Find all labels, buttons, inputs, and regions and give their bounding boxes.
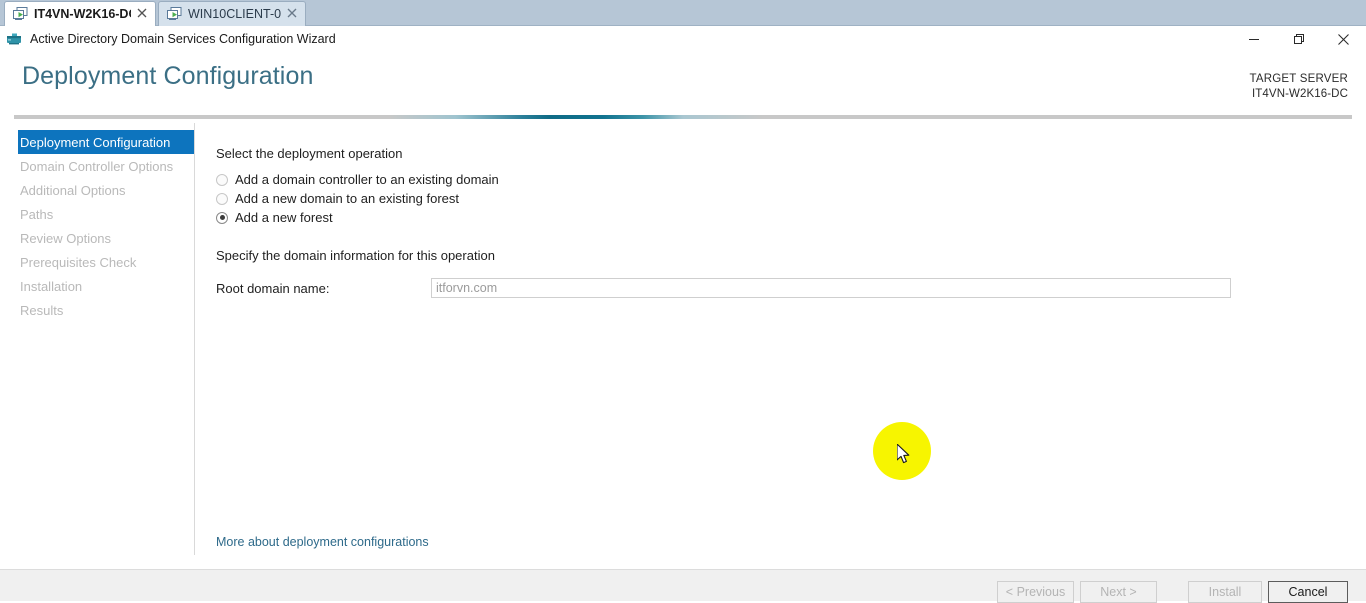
root-domain-name-input[interactable]: [431, 278, 1231, 298]
sidebar-item-review-options[interactable]: Review Options: [0, 226, 194, 250]
vm-connection-icon: [13, 6, 29, 22]
sidebar-item-paths[interactable]: Paths: [0, 202, 194, 226]
vm-tab-label: IT4VN-W2K16-DC: [34, 7, 131, 21]
vm-tab-strip: IT4VN-W2K16-DC WIN10CLIENT-01: [0, 0, 1366, 26]
sidebar-item-deployment-configuration[interactable]: Deployment Configuration: [18, 130, 194, 154]
vm-tab-it4vn-w2k16-dc[interactable]: IT4VN-W2K16-DC: [4, 1, 156, 26]
radio-icon: [216, 192, 228, 205]
sidebar-item-label: Prerequisites Check: [20, 254, 137, 270]
minimize-button[interactable]: [1231, 26, 1276, 52]
sidebar-item-label: Review Options: [20, 230, 112, 246]
close-icon[interactable]: [135, 7, 149, 21]
wizard-header: Deployment Configuration TARGET SERVER I…: [0, 52, 1366, 114]
vm-tab-win10client-01[interactable]: WIN10CLIENT-01: [158, 1, 306, 26]
previous-button[interactable]: < Previous: [997, 581, 1074, 603]
sidebar-item-label: Additional Options: [20, 182, 126, 198]
radio-selected-icon: [216, 211, 228, 224]
close-icon[interactable]: [285, 7, 299, 21]
ad-ds-wizard-icon: [6, 31, 24, 47]
restore-button[interactable]: [1276, 26, 1321, 52]
target-server-label: TARGET SERVER: [1249, 73, 1348, 85]
vm-connection-icon: [167, 6, 183, 22]
target-server-name: IT4VN-W2K16-DC: [1252, 88, 1348, 100]
wizard-footer: < Previous Next > Install Cancel: [0, 569, 1366, 603]
domain-information-heading: Specify the domain information for this …: [216, 248, 495, 263]
sidebar-item-domain-controller-options[interactable]: Domain Controller Options: [0, 154, 194, 178]
sidebar-item-results[interactable]: Results: [0, 298, 194, 322]
sidebar-item-prerequisites-check[interactable]: Prerequisites Check: [0, 250, 194, 274]
install-button[interactable]: Install: [1188, 581, 1262, 603]
sidebar-item-installation[interactable]: Installation: [0, 274, 194, 298]
window-controls: [1231, 26, 1366, 52]
radio-label: Add a domain controller to an existing d…: [235, 172, 499, 187]
cancel-button[interactable]: Cancel: [1268, 581, 1348, 603]
window-title-bar: Active Directory Domain Services Configu…: [0, 26, 1366, 52]
more-about-deployment-configurations-link[interactable]: More about deployment configurations: [216, 535, 429, 549]
radio-icon: [216, 173, 228, 186]
next-button[interactable]: Next >: [1080, 581, 1157, 603]
mouse-pointer-icon: [896, 443, 913, 466]
sidebar-divider: [194, 123, 195, 555]
radio-label: Add a new domain to an existing forest: [235, 191, 460, 206]
window-title: Active Directory Domain Services Configu…: [30, 32, 336, 46]
wizard-body: Deployment Configuration Domain Controll…: [0, 119, 1366, 569]
radio-add-domain-controller-existing-domain[interactable]: Add a domain controller to an existing d…: [216, 170, 1336, 189]
radio-label: Add a new forest: [235, 210, 333, 225]
deployment-operation-heading: Select the deployment operation: [216, 146, 403, 161]
deployment-operation-radio-group: Add a domain controller to an existing d…: [216, 170, 1336, 227]
sidebar-item-additional-options[interactable]: Additional Options: [0, 178, 194, 202]
root-domain-name-label: Root domain name:: [216, 280, 330, 296]
radio-add-new-domain-existing-forest[interactable]: Add a new domain to an existing forest: [216, 189, 1336, 208]
sidebar-item-label: Paths: [20, 206, 54, 222]
target-server-block: TARGET SERVER IT4VN-W2K16-DC: [1250, 72, 1348, 102]
vm-tab-label: WIN10CLIENT-01: [188, 7, 281, 21]
wizard-step-nav: Deployment Configuration Domain Controll…: [0, 130, 194, 322]
sidebar-item-label: Domain Controller Options: [20, 158, 174, 174]
sidebar-item-label: Installation: [20, 278, 83, 294]
page-title: Deployment Configuration: [22, 62, 314, 90]
root-domain-name-row: Root domain name:: [216, 278, 1336, 298]
sidebar-item-label: Results: [20, 302, 64, 318]
close-button[interactable]: [1321, 26, 1366, 52]
sidebar-item-label: Deployment Configuration: [20, 134, 171, 150]
radio-add-new-forest[interactable]: Add a new forest: [216, 208, 1336, 227]
wizard-content: Select the deployment operation Add a do…: [216, 119, 1336, 298]
